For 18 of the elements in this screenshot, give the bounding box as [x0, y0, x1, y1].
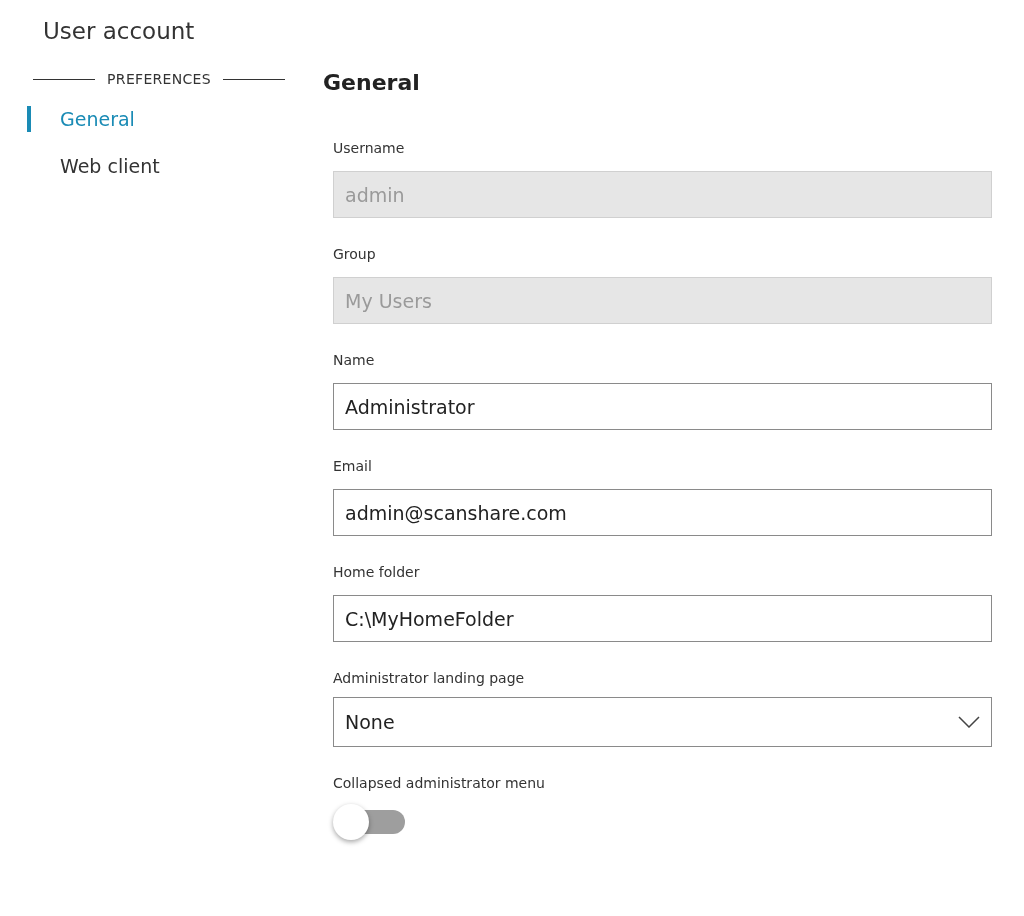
section-title: General	[323, 70, 421, 95]
toggle-switch[interactable]	[333, 804, 407, 840]
page-title: User account	[43, 18, 196, 44]
field-label: Group	[333, 245, 377, 263]
text-field[interactable]: Administrator	[333, 383, 992, 430]
nav-item[interactable]: General	[27, 106, 290, 132]
field-label: Name	[333, 351, 376, 369]
chevron-down-icon	[958, 716, 980, 728]
field-label: Email	[333, 457, 373, 475]
dropdown[interactable]: None	[333, 697, 992, 747]
section-heading: PREFERENCES	[107, 71, 211, 87]
field-label: Administrator landing page	[333, 669, 526, 687]
field-label: Home folder	[333, 563, 421, 581]
text-field[interactable]: C:\MyHomeFolder	[333, 595, 992, 642]
field-label: Collapsed administrator menu	[333, 774, 546, 792]
nav-item[interactable]: Web client	[27, 153, 290, 179]
text-field[interactable]: admin@scanshare.com	[333, 489, 992, 536]
field-label: Username	[333, 139, 406, 157]
